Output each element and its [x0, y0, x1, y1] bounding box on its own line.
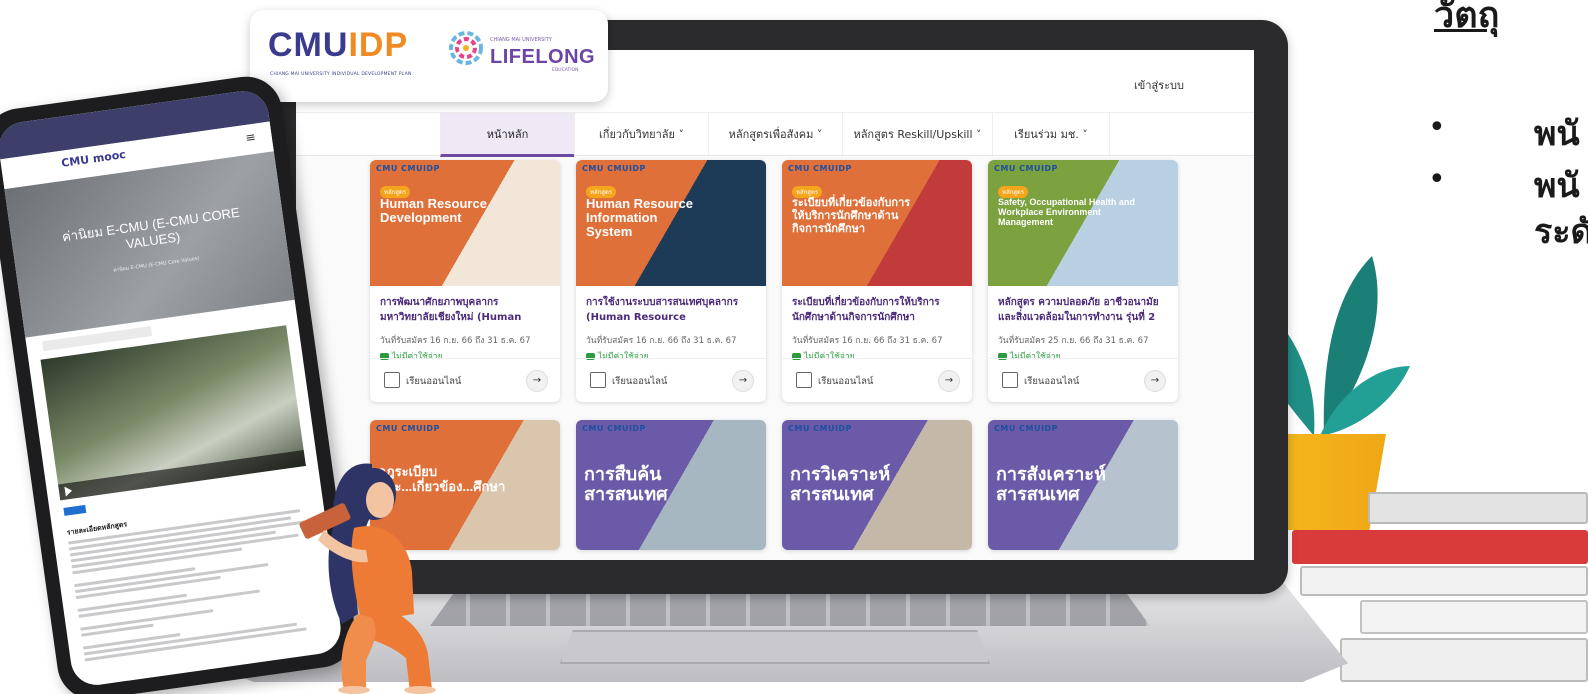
cmuidp-logo: CMUIDP: [268, 26, 408, 65]
online-class-icon: [1002, 372, 1018, 388]
book-stack: [1300, 566, 1588, 596]
lifelong-icon: [449, 31, 483, 65]
course-date: วันที่รับสมัคร 25 ก.ย. 66 ถึง 31 ธ.ค. 67: [998, 336, 1149, 346]
mode-label: เรียนออนไลน์: [612, 376, 668, 387]
nav-reskill-upskill[interactable]: หลักสูตร Reskill/Upskill ˅: [842, 113, 992, 157]
play-icon[interactable]: [64, 485, 73, 497]
thumbnail-title: Safety, Occupational Health and Workplac…: [998, 197, 1135, 227]
nav-cmu-courses[interactable]: เรียนร่วม มช. ˅: [992, 113, 1110, 157]
card-logos: CMU CMUIDP: [582, 164, 646, 173]
mode-label: เรียนออนไลน์: [818, 376, 874, 387]
arrow-right-icon[interactable]: →: [732, 370, 754, 392]
logo-badge: CMUIDP CHIANG MAI UNIVERSITY INDIVIDUAL …: [250, 10, 608, 102]
nav-about[interactable]: เกี่ยวกับวิทยาลัย ˅: [574, 113, 708, 157]
book-stack: [1368, 492, 1588, 524]
course-title[interactable]: การพัฒนาศักยภาพบุคลากรมหาวิทยาลัยเชียงให…: [380, 295, 550, 327]
course-title[interactable]: การใช้งานระบบสารสนเทศบุคลากร (Human Reso…: [586, 295, 756, 327]
thumbnail-title: Human Resource Development: [380, 196, 487, 225]
thumbnail-title: การวิเคราะห์สารสนเทศ: [790, 464, 891, 504]
hamburger-menu-icon[interactable]: ≡: [245, 130, 257, 145]
status-badge: [63, 504, 87, 516]
course-thumbnail: CMU CMUIDP การสังเคราะห์สารสนเทศ: [988, 420, 1178, 550]
book-stack: [1340, 638, 1588, 682]
card-footer: เรียนออนไลน์ →: [370, 358, 560, 402]
objective-heading: วัตถุ: [1434, 0, 1500, 35]
arrow-right-icon[interactable]: →: [1144, 370, 1166, 392]
arrow-right-icon[interactable]: →: [526, 370, 548, 392]
course-thumbnail: CMU CMUIDP หลักสูตร ระเบียบที่เกี่ยวข้อง…: [782, 160, 972, 286]
stage: วัตถุ • พนั • พนั ระดั เข้าสู่ระบบ หน้าห…: [0, 0, 1588, 694]
login-link[interactable]: เข้าสู่ระบบ: [1134, 76, 1184, 94]
lifelong-logo-top: CHIANG MAI UNIVERSITY: [490, 37, 552, 43]
card-logos: CMU CMUIDP: [376, 424, 440, 433]
course-thumbnail: CMU CMUIDP หลักสูตร Human Resource Devel…: [370, 160, 560, 286]
nav-social-courses[interactable]: หลักสูตรเพื่อสังคม ˅: [708, 113, 842, 157]
thumbnail-title: ระเบียบที่เกี่ยวข้องกับการให้บริการนักศึ…: [792, 197, 911, 235]
book-stack: [1360, 600, 1588, 634]
objective-line-1: พนั: [1534, 115, 1580, 153]
card-logos: CMU CMUIDP: [376, 164, 440, 173]
card-footer: เรียนออนไลน์ →: [576, 358, 766, 402]
objective-line-3: ระดั: [1534, 213, 1588, 251]
card-logos: CMU CMUIDP: [994, 164, 1058, 173]
card-logos: CMU CMUIDP: [994, 424, 1058, 433]
nav-home[interactable]: หน้าหลัก: [440, 113, 574, 157]
course-date: วันที่รับสมัคร 16 ก.ย. 66 ถึง 31 ธ.ค. 67: [380, 336, 531, 346]
online-class-icon: [384, 372, 400, 388]
thumbnail-title: Human Resource Information System: [586, 196, 693, 239]
lifelong-logo-bottom: EDUCATION: [552, 68, 579, 73]
course-thumbnail: CMU CMUIDP หลักสูตร Safety, Occupational…: [988, 160, 1178, 286]
cmuidp-logo-subtitle: CHIANG MAI UNIVERSITY INDIVIDUAL DEVELOP…: [270, 72, 412, 77]
card-logos: CMU CMUIDP: [582, 424, 646, 433]
course-date: วันที่รับสมัคร 16 ก.ย. 66 ถึง 31 ธ.ค. 67: [792, 336, 943, 346]
laptop-trackpad: [560, 630, 990, 664]
course-card[interactable]: CMU CMUIDP การสืบค้นสารสนเทศ: [576, 420, 766, 550]
card-logos: CMU CMUIDP: [788, 164, 852, 173]
woman-illustration: [299, 463, 436, 694]
course-card[interactable]: CMU CMUIDP การวิเคราะห์สารสนเทศ: [782, 420, 972, 550]
card-footer: เรียนออนไลน์ →: [988, 358, 1178, 402]
main-nav: หน้าหลัก เกี่ยวกับวิทยาลัย ˅ หลักสูตรเพื…: [296, 112, 1254, 157]
mode-label: เรียนออนไลน์: [406, 376, 462, 387]
course-title[interactable]: หลักสูตร ความปลอดภัย อาชีวอนามัย และสิ่ง…: [998, 295, 1168, 327]
online-class-icon: [796, 372, 812, 388]
course-thumbnail: CMU CMUIDP การวิเคราะห์สารสนเทศ: [782, 420, 972, 550]
course-card[interactable]: CMU CMUIDP หลักสูตร ระเบียบที่เกี่ยวข้อง…: [782, 160, 972, 402]
card-logos: CMU CMUIDP: [788, 424, 852, 433]
arrow-right-icon[interactable]: →: [938, 370, 960, 392]
card-footer: เรียนออนไลน์ →: [782, 358, 972, 402]
course-date: วันที่รับสมัคร 16 ก.ย. 66 ถึง 31 ธ.ค. 67: [586, 336, 737, 346]
course-card[interactable]: CMU CMUIDP หลักสูตร Human Resource Infor…: [576, 160, 766, 402]
cmuidp-logo-text: CMUIDP: [268, 26, 409, 64]
book-stack: [1292, 530, 1588, 564]
lifelong-logo-text: LIFELONG: [490, 46, 596, 68]
course-thumbnail: CMU CMUIDP การสืบค้นสารสนเทศ: [576, 420, 766, 550]
course-card[interactable]: CMU CMUIDP หลักสูตร Safety, Occupational…: [988, 160, 1178, 402]
mooc-logo: CMU mooc: [60, 147, 127, 170]
bullet-point: •: [1428, 162, 1446, 197]
thumbnail-title: การสังเคราะห์สารสนเทศ: [996, 464, 1106, 504]
bullet-point: •: [1428, 110, 1446, 145]
course-card[interactable]: CMU CMUIDP หลักสูตร Human Resource Devel…: [370, 160, 560, 402]
course-card[interactable]: CMU CMUIDP การสังเคราะห์สารสนเทศ: [988, 420, 1178, 550]
mode-label: เรียนออนไลน์: [1024, 376, 1080, 387]
thumbnail-title: การสืบค้นสารสนเทศ: [584, 464, 668, 504]
course-thumbnail: CMU CMUIDP หลักสูตร Human Resource Infor…: [576, 160, 766, 286]
online-class-icon: [590, 372, 606, 388]
course-title[interactable]: ระเบียบที่เกี่ยวข้องกับการให้บริการนักศึ…: [792, 295, 962, 327]
